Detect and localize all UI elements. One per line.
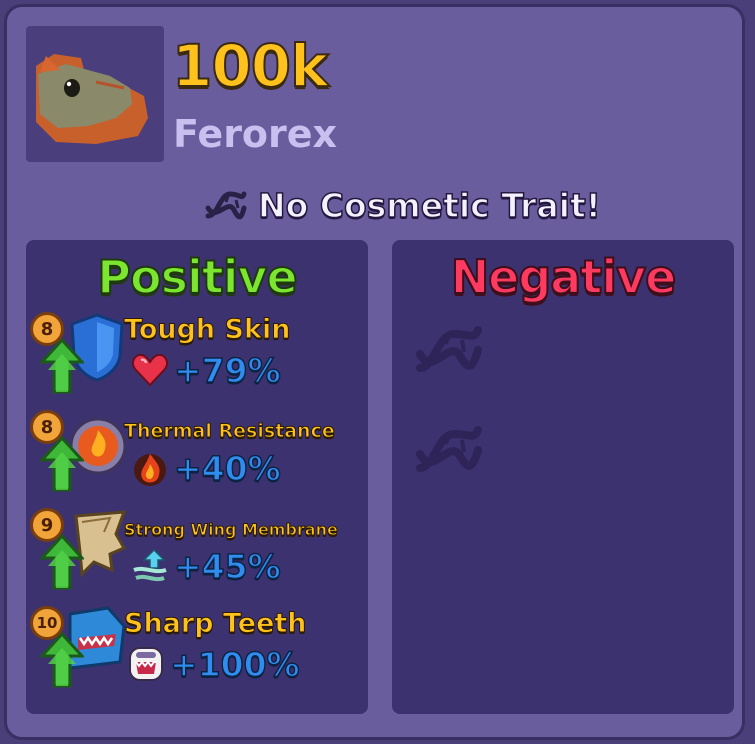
- flame-icon: [134, 454, 166, 486]
- negative-title: Negative: [450, 249, 678, 305]
- trait-stat: +100%: [126, 644, 300, 684]
- bite-icon: [129, 647, 163, 681]
- trait-stat: +45%: [130, 546, 281, 586]
- creature-portrait: [26, 26, 164, 162]
- trait-name: Thermal Resistance: [124, 420, 336, 443]
- cosmetic-trait-label: No Cosmetic Trait!: [257, 185, 601, 226]
- trait-value: +45%: [173, 546, 281, 587]
- cosmetic-trait-row: No Cosmetic Trait!: [204, 180, 602, 230]
- up-arrow-icon: [40, 338, 84, 394]
- trait-stat: +79%: [130, 350, 281, 390]
- trait-name: Strong Wing Membrane: [124, 520, 339, 540]
- trait-row[interactable]: 8 Tough Skin +79%: [26, 310, 368, 402]
- trait-row[interactable]: 9 Strong Wing Membrane +45%: [26, 506, 368, 598]
- wind-arrow-icon: [133, 548, 167, 582]
- up-arrow-icon: [40, 534, 84, 590]
- trait-name: Sharp Teeth: [124, 608, 308, 640]
- empty-trait-slot: [414, 420, 484, 480]
- dna-icon: [416, 326, 482, 372]
- up-arrow-icon: [40, 436, 84, 492]
- trait-value: +100%: [169, 644, 300, 685]
- positive-title: Positive: [96, 249, 298, 305]
- trait-row[interactable]: 8 Thermal Resistance +40%: [26, 408, 368, 500]
- trait-level-badge: 10: [30, 606, 64, 640]
- positive-traits-panel: Positive 8 Tough Skin +79% 8 Thermal Res…: [26, 240, 368, 714]
- ferorex-head-icon: [36, 54, 148, 144]
- trait-row[interactable]: 10 Sharp Teeth +100%: [26, 604, 368, 696]
- trait-value: +40%: [173, 448, 281, 489]
- trait-level-badge: 8: [30, 312, 64, 346]
- dna-icon: [416, 426, 482, 472]
- empty-trait-slot: [414, 320, 484, 380]
- negative-traits-panel: Negative: [392, 240, 734, 714]
- creature-value: 100k: [171, 31, 330, 101]
- up-arrow-icon: [40, 632, 84, 688]
- trait-value: +79%: [173, 350, 281, 391]
- trait-level-badge: 9: [30, 508, 64, 542]
- dna-icon: [205, 191, 247, 220]
- trait-stat: +40%: [130, 448, 281, 488]
- trait-name: Tough Skin: [123, 314, 291, 346]
- creature-species-name: Ferorex: [173, 112, 338, 156]
- heart-icon: [132, 353, 168, 387]
- trait-level-badge: 8: [30, 410, 64, 444]
